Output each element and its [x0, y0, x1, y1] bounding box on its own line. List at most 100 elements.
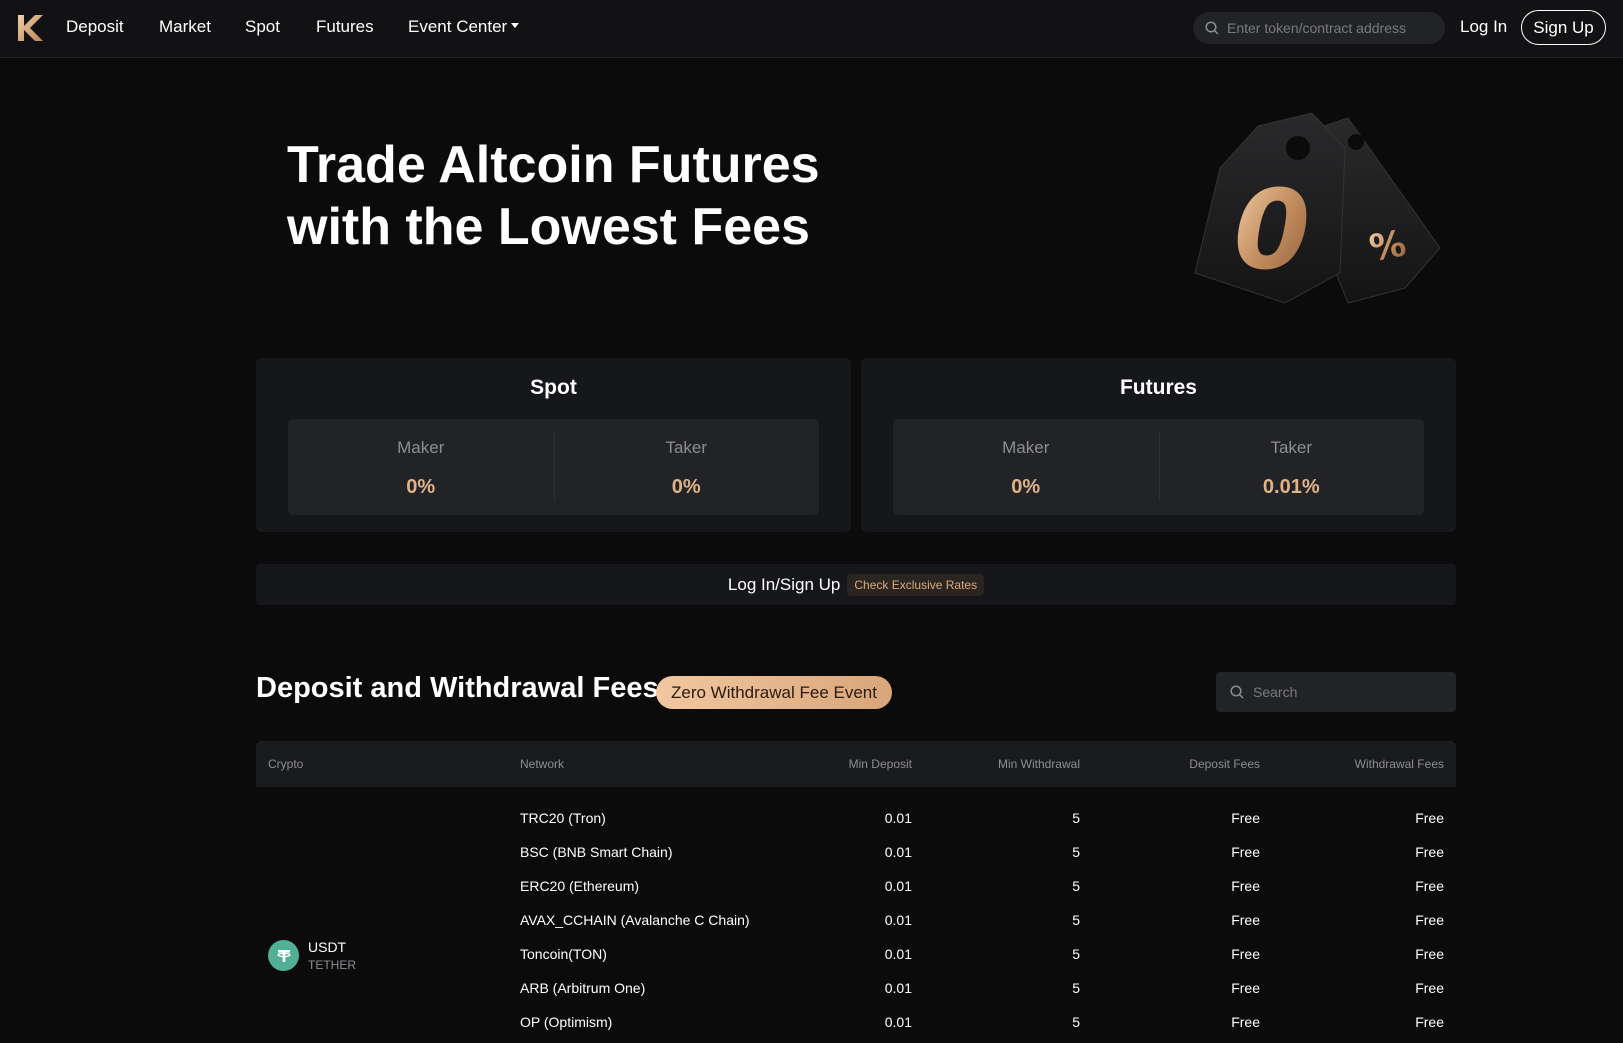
withdrawal-fee-cell: Free	[1415, 980, 1444, 996]
deposit-fee-cell: Free	[1231, 980, 1260, 996]
network-cell: Toncoin(TON)	[520, 946, 607, 962]
table-row: ERC20 (Ethereum) 0.01 5 Free Free	[256, 869, 1456, 903]
futures-taker-label: Taker	[1270, 438, 1313, 457]
min-withdrawal-cell: 5	[1072, 980, 1080, 996]
futures-taker: Taker 0.01%	[1158, 419, 1425, 515]
network-cell: ERC20 (Ethereum)	[520, 878, 640, 894]
min-withdrawal-cell: 5	[1072, 1014, 1080, 1030]
exclusive-rates-badge[interactable]: Check Exclusive Rates	[847, 573, 985, 596]
kucoin-logo-icon[interactable]	[15, 12, 45, 44]
deposit-fee-cell: Free	[1231, 844, 1260, 860]
search-icon	[1205, 21, 1219, 35]
fees-table-header: Crypto Network Min Deposit Min Withdrawa…	[256, 741, 1456, 787]
withdrawal-fee-cell: Free	[1415, 810, 1444, 826]
futures-taker-value: 0.01%	[1262, 476, 1320, 498]
table-row: AVAX_CCHAIN (Avalanche C Chain) 0.01 5 Free…	[256, 903, 1456, 937]
min-withdrawal-cell: 5	[1072, 878, 1080, 894]
fee-search-box[interactable]	[1216, 672, 1456, 712]
table-row: BSC (BNB Smart Chain) 0.01 5 Free Free	[256, 835, 1456, 869]
deposit-withdrawal-title: Deposit and Withdrawal Fees	[256, 672, 659, 704]
nav-spot[interactable]: Spot	[245, 17, 280, 37]
table-row: Toncoin(TON) 0.01 5 Free Free	[256, 937, 1456, 971]
header-withdrawal-fees: Withdrawal Fees	[1354, 757, 1444, 771]
min-deposit-cell: 0.01	[884, 912, 912, 928]
withdrawal-fee-cell: Free	[1415, 946, 1444, 962]
signup-button[interactable]: Sign Up	[1521, 10, 1606, 45]
min-deposit-cell: 0.01	[884, 878, 912, 894]
table-row: TRC20 (Tron) 0.01 5 Free Free	[256, 801, 1456, 835]
spot-maker: Maker 0%	[288, 419, 554, 515]
header-network: Network	[520, 757, 565, 771]
deposit-fee-cell: Free	[1231, 810, 1260, 826]
token-search-box[interactable]	[1193, 12, 1445, 44]
table-row: OP (Optimism) 0.01 5 Free Free	[256, 1005, 1456, 1039]
deposit-fee-cell: Free	[1231, 912, 1260, 928]
coin-text: USDT TETHER	[308, 939, 356, 972]
futures-fee-panel: Maker 0% Taker 0.01%	[893, 419, 1424, 515]
spot-card-title: Spot	[530, 376, 577, 399]
header-crypto: Crypto	[268, 757, 304, 771]
hero-art-percent: %	[1366, 223, 1409, 270]
min-deposit-cell: 0.01	[884, 844, 912, 860]
withdrawal-fee-cell: Free	[1415, 912, 1444, 928]
login-signup-text[interactable]: Log In/Sign Up	[728, 575, 840, 595]
min-deposit-cell: 0.01	[884, 980, 912, 996]
coin-symbol: USDT	[308, 939, 347, 955]
min-withdrawal-cell: 5	[1072, 946, 1080, 962]
spot-taker: Taker 0%	[553, 419, 820, 515]
header-min-withdrawal: Min Withdrawal	[997, 757, 1080, 771]
spot-fee-panel: Maker 0% Taker 0%	[288, 419, 819, 515]
nav-market[interactable]: Market	[159, 17, 211, 37]
futures-maker-label: Maker	[1002, 438, 1050, 457]
hero-title: Trade Altcoin Futures with the Lowest Fe…	[287, 134, 987, 258]
spot-taker-value: 0%	[671, 476, 701, 498]
login-link[interactable]: Log In	[1460, 17, 1507, 37]
spot-maker-value: 0%	[406, 476, 436, 498]
withdrawal-fee-cell: Free	[1415, 1014, 1444, 1030]
spot-maker-label: Maker	[397, 438, 445, 457]
min-withdrawal-cell: 5	[1072, 810, 1080, 826]
network-cell: BSC (BNB Smart Chain)	[520, 844, 673, 860]
min-deposit-cell: 0.01	[884, 1014, 912, 1030]
login-signup-banner[interactable]: Log In/Sign Up Check Exclusive Rates	[256, 564, 1456, 605]
hero-title-line2: with the Lowest Fees	[287, 198, 810, 256]
zero-percent-tag-illustration: 0 %	[1194, 112, 1441, 304]
network-cell: ARB (Arbitrum One)	[520, 980, 646, 996]
deposit-fee-cell: Free	[1231, 878, 1260, 894]
futures-card-title: Futures	[1119, 376, 1197, 399]
hero-art-zero: 0	[1234, 166, 1311, 294]
futures-maker-value: 0%	[1011, 476, 1041, 498]
nav-futures[interactable]: Futures	[316, 17, 374, 37]
min-withdrawal-cell: 5	[1072, 844, 1080, 860]
crypto-cell-usdt[interactable]: USDT TETHER	[268, 939, 356, 972]
withdrawal-fee-cell: Free	[1415, 878, 1444, 894]
nav-event-center[interactable]: Event Center	[408, 17, 520, 37]
nav-event-center-label: Event Center	[408, 17, 508, 36]
withdrawal-fee-cell: Free	[1415, 844, 1444, 860]
network-cell: AVAX_CCHAIN (Avalanche C Chain)	[520, 912, 750, 928]
spot-taker-label: Taker	[665, 438, 708, 457]
network-cell: OP (Optimism)	[520, 1014, 613, 1030]
min-withdrawal-cell: 5	[1072, 912, 1080, 928]
token-search-input[interactable]	[1227, 20, 1437, 36]
min-deposit-cell: 0.01	[884, 946, 912, 962]
top-navbar: Deposit Market Spot Futures Event Center…	[0, 0, 1623, 58]
futures-fee-card: Futures Maker 0% Taker 0.01%	[861, 358, 1456, 532]
search-icon	[1230, 685, 1244, 699]
table-row: ARB (Arbitrum One) 0.01 5 Free Free	[256, 971, 1456, 1005]
header-deposit-fees: Deposit Fees	[1189, 757, 1260, 771]
chevron-down-icon	[511, 23, 520, 29]
network-cell: TRC20 (Tron)	[520, 810, 606, 826]
fee-search-input[interactable]	[1253, 684, 1443, 700]
nav-deposit[interactable]: Deposit	[66, 17, 124, 37]
deposit-fee-cell: Free	[1231, 1014, 1260, 1030]
coin-name: TETHER	[308, 958, 356, 972]
min-deposit-cell: 0.01	[884, 810, 912, 826]
tether-icon	[268, 940, 299, 971]
deposit-fee-cell: Free	[1231, 946, 1260, 962]
header-min-deposit: Min Deposit	[848, 757, 912, 771]
zero-withdrawal-event-button[interactable]: Zero Withdrawal Fee Event	[656, 676, 892, 709]
futures-maker: Maker 0%	[893, 419, 1159, 515]
hero-title-line1: Trade Altcoin Futures	[287, 136, 820, 194]
spot-fee-card: Spot Maker 0% Taker 0%	[256, 358, 851, 532]
